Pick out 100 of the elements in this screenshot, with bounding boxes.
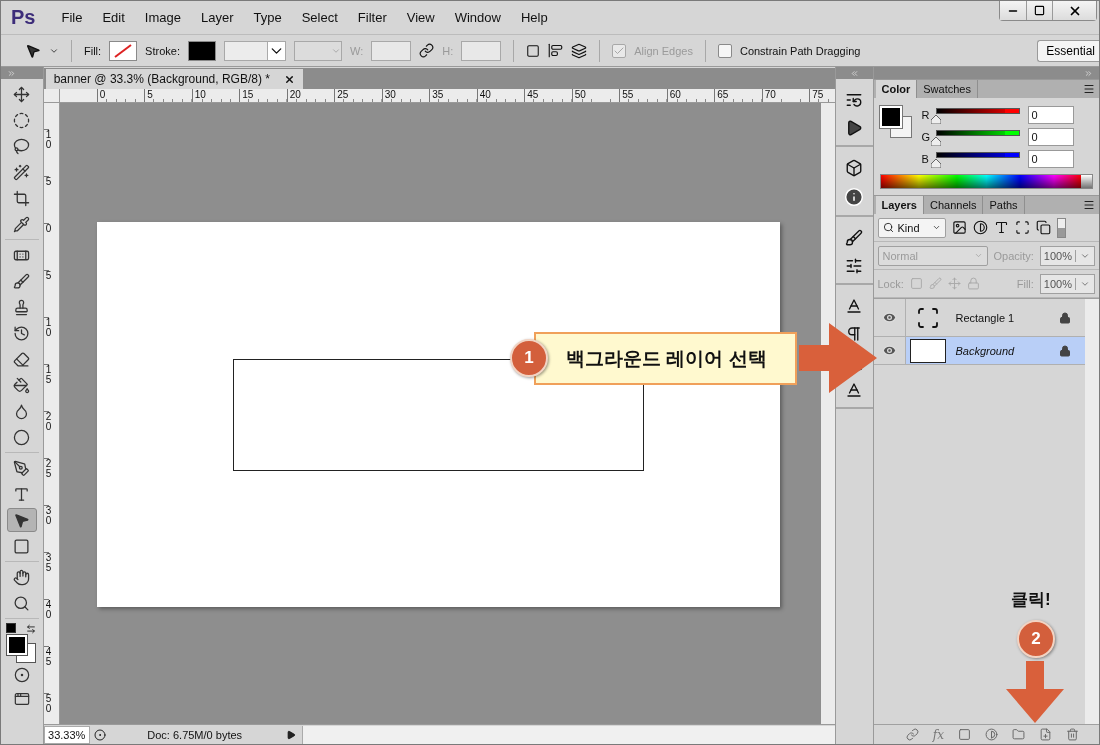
- channel-value-field[interactable]: 0: [1027, 128, 1074, 146]
- fill-swatch[interactable]: [109, 40, 138, 61]
- height-field[interactable]: [461, 40, 502, 61]
- channel-label: G: [921, 131, 932, 143]
- expand-arrow-icon: [285, 729, 296, 740]
- brush-presets-icon: [845, 229, 864, 247]
- ruler-label: 40: [43, 599, 50, 646]
- ruler-label: 20: [43, 411, 50, 458]
- stroke-width-field[interactable]: [223, 40, 286, 61]
- panel-tab[interactable]: Color: [875, 80, 918, 98]
- channel-value-field[interactable]: 0: [1027, 106, 1074, 124]
- layer-mask-icon: [958, 728, 971, 741]
- elliptical-marquee-icon: [13, 111, 31, 129]
- menu-item[interactable]: Edit: [102, 10, 125, 25]
- channel-label: B: [921, 153, 930, 165]
- hand-icon: [13, 568, 31, 586]
- actions-icon: [845, 119, 864, 137]
- step-number: 2: [1017, 620, 1055, 658]
- link-icon: [419, 43, 435, 58]
- character-styles-icon: [845, 381, 864, 399]
- menu-item[interactable]: Image: [144, 10, 181, 25]
- lock-label: Lock:: [877, 277, 904, 290]
- quick-mask-icon: [13, 667, 30, 683]
- color-swatches-drawing[interactable]: [5, 623, 38, 663]
- direct-selection-tool[interactable]: [6, 508, 37, 532]
- collapse-icon: [849, 68, 859, 78]
- document-tab[interactable]: banner @ 33.3% (Background, RGB/8) *: [45, 69, 303, 89]
- scrollbar[interactable]: [1085, 299, 1099, 724]
- color-swatches-drawing[interactable]: [879, 106, 912, 138]
- menu-item[interactable]: Layer: [200, 10, 234, 25]
- path-arrangement-icon: [571, 42, 588, 59]
- ruler-label: 45: [43, 646, 50, 693]
- stroke-swatch[interactable]: [187, 40, 216, 61]
- ruler-label: 5: [43, 176, 50, 223]
- workspace-button[interactable]: Essential: [1037, 39, 1099, 62]
- slider-thumb[interactable]: [930, 114, 941, 123]
- ruler-label: 25: [334, 89, 382, 102]
- zoom-field[interactable]: 33.33%: [43, 725, 90, 744]
- width-label: W:: [349, 44, 364, 57]
- constrain-path-label: Constrain Path Dragging: [739, 44, 861, 57]
- maximize-button[interactable]: [1026, 1, 1052, 20]
- channel-label: R: [921, 109, 931, 121]
- paint-bucket-icon: [13, 376, 31, 394]
- layer-row[interactable]: Background: [873, 337, 1085, 365]
- maximize-icon: [1034, 5, 1045, 16]
- ruler-label: 35: [43, 552, 50, 599]
- checkbox[interactable]: [717, 43, 732, 58]
- opacity-field[interactable]: 100%: [1039, 245, 1095, 266]
- link-layers-icon: [905, 728, 919, 741]
- layer-row[interactable]: Rectangle 1: [873, 299, 1085, 337]
- ruler-label: 55: [619, 89, 667, 102]
- slider-thumb[interactable]: [930, 158, 941, 167]
- width-field[interactable]: [371, 40, 412, 61]
- height-label: H:: [442, 44, 454, 57]
- stroke-label: Stroke:: [145, 44, 180, 57]
- expand-icon: [7, 68, 16, 78]
- menu-item[interactable]: Type: [253, 10, 282, 25]
- stamp-icon: [13, 298, 31, 316]
- menu-item[interactable]: Select: [301, 10, 338, 25]
- menu-item[interactable]: View: [406, 10, 435, 25]
- click-label: 클릭!: [1011, 589, 1051, 611]
- close-button[interactable]: [1052, 1, 1096, 20]
- caret-icon: [931, 223, 941, 232]
- smart-object-filter-icon: [1035, 220, 1051, 235]
- lock-position-icon: [947, 277, 961, 290]
- shape-filter-icon: [1014, 220, 1030, 235]
- channel-value-field[interactable]: 0: [1027, 150, 1074, 168]
- panel-tab[interactable]: Layers: [875, 196, 924, 214]
- menu-item[interactable]: Filter: [357, 10, 387, 25]
- type-filter-icon: [993, 220, 1009, 235]
- fill-label: Fill:: [84, 44, 102, 57]
- adjustment-layer-icon: [985, 728, 998, 741]
- menu-item[interactable]: Window: [454, 10, 501, 25]
- scrollbar[interactable]: [301, 725, 835, 744]
- brush-icon: [13, 272, 31, 290]
- filter-toggle[interactable]: [1056, 217, 1066, 238]
- path-operations-icon: [526, 43, 541, 58]
- lock-pixels-icon: [928, 277, 942, 290]
- minimize-button[interactable]: [1000, 1, 1026, 20]
- app-logo: Ps: [11, 6, 36, 29]
- ruler-label: 45: [524, 89, 572, 102]
- color-spectrum[interactable]: [879, 174, 1093, 189]
- status-icon: [93, 728, 106, 741]
- fill-label: Fill:: [1016, 277, 1034, 290]
- info-icon: [844, 187, 865, 207]
- ruler-label: 65: [714, 89, 762, 102]
- document-info: Doc: 6.75M/0 bytes: [146, 728, 244, 741]
- visibility-icon[interactable]: [881, 310, 897, 325]
- menu-item[interactable]: Help: [520, 10, 548, 25]
- slider-thumb[interactable]: [930, 136, 941, 145]
- eyedropper-icon: [13, 215, 31, 233]
- layer-thumbnail: [909, 338, 946, 363]
- pointer-icon[interactable]: [25, 42, 41, 59]
- menu-item[interactable]: File: [61, 10, 83, 25]
- visibility-icon[interactable]: [881, 343, 897, 358]
- arrow-down-drawing: [1006, 661, 1064, 723]
- rectangle-icon: [13, 537, 31, 555]
- fill-field[interactable]: 100%: [1039, 273, 1095, 294]
- ruler-label: 15: [239, 89, 287, 102]
- filter-kind-dropdown[interactable]: Kind: [877, 217, 946, 238]
